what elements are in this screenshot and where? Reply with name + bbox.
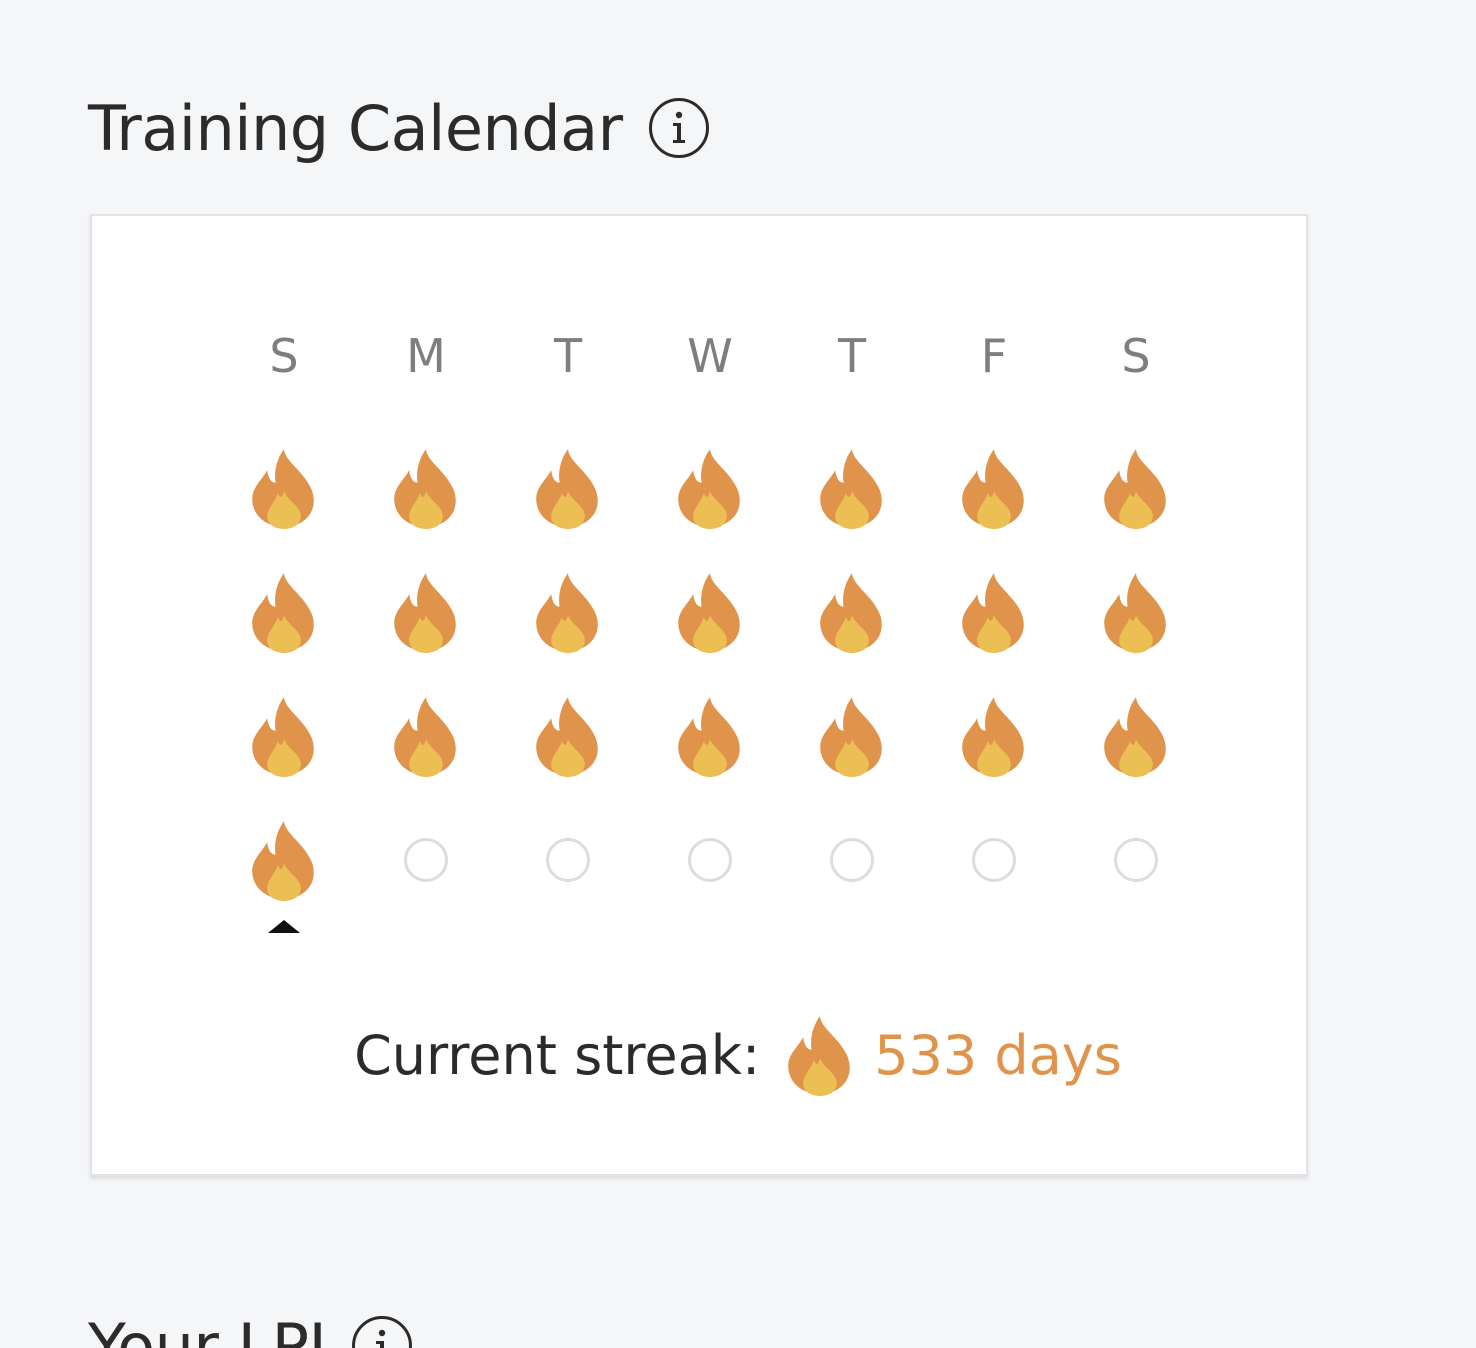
streak-value: 533 days <box>874 1023 1122 1087</box>
calendar-day <box>670 691 750 781</box>
calendar-day <box>1096 815 1176 905</box>
calendar-day <box>670 443 750 533</box>
flame-icon <box>250 571 318 653</box>
calendar-day <box>244 567 324 657</box>
info-circle-icon[interactable] <box>352 1316 413 1348</box>
flame-icon <box>1102 695 1170 777</box>
flame-icon <box>818 571 886 653</box>
day-header: S <box>269 329 299 383</box>
flame-icon <box>786 1014 854 1096</box>
flame-icon <box>534 447 602 529</box>
calendar-day <box>244 815 324 905</box>
calendar-day <box>244 443 324 533</box>
calendar-day <box>386 443 466 533</box>
calendar-day <box>812 815 892 905</box>
calendar-day <box>812 567 892 657</box>
calendar-day <box>812 691 892 781</box>
calendar-day <box>528 567 608 657</box>
flame-icon <box>1102 571 1170 653</box>
calendar-day <box>528 815 608 905</box>
current-streak: Current streak: 533 days <box>0 1005 1476 1105</box>
calendar-day <box>954 443 1034 533</box>
calendar-day <box>670 567 750 657</box>
calendar-day <box>812 443 892 533</box>
empty-day-circle <box>688 838 732 882</box>
calendar-day <box>244 691 324 781</box>
flame-icon <box>960 695 1028 777</box>
day-header: M <box>406 329 446 383</box>
flame-icon <box>818 447 886 529</box>
calendar-day <box>1096 567 1176 657</box>
flame-icon <box>960 571 1028 653</box>
flame-icon <box>250 819 318 901</box>
info-circle-icon[interactable] <box>648 98 709 158</box>
flame-icon <box>676 447 744 529</box>
day-header: S <box>1121 329 1151 383</box>
empty-day-circle <box>404 838 448 882</box>
day-header: T <box>837 329 867 383</box>
flame-icon <box>250 447 318 529</box>
calendar-day <box>386 567 466 657</box>
flame-icon <box>676 571 744 653</box>
page: Training Calendar S M T W T F S Current streak… <box>0 0 1476 1348</box>
flame-icon <box>392 447 460 529</box>
page-title: Training Calendar <box>88 91 623 165</box>
calendar-day <box>954 691 1034 781</box>
flame-icon <box>1102 447 1170 529</box>
flame-icon <box>960 447 1028 529</box>
calendar-day <box>954 567 1034 657</box>
calendar-day <box>1096 443 1176 533</box>
your-lpi-header: Your LPI <box>88 1306 413 1348</box>
calendar-day <box>386 815 466 905</box>
calendar-day <box>954 815 1034 905</box>
flame-icon <box>392 571 460 653</box>
flame-icon <box>392 695 460 777</box>
caret-up-icon <box>268 920 300 933</box>
flame-icon <box>534 571 602 653</box>
empty-day-circle <box>830 838 874 882</box>
day-header: W <box>687 329 733 383</box>
training-calendar-header: Training Calendar <box>88 88 709 168</box>
empty-day-circle <box>546 838 590 882</box>
flame-icon <box>676 695 744 777</box>
flame-icon <box>534 695 602 777</box>
calendar-day <box>386 691 466 781</box>
empty-day-circle <box>1114 838 1158 882</box>
calendar-day <box>1096 691 1176 781</box>
flame-icon <box>250 695 318 777</box>
calendar-day <box>528 691 608 781</box>
flame-icon <box>818 695 886 777</box>
day-header: F <box>980 329 1008 383</box>
day-header: T <box>553 329 583 383</box>
section-title: Your LPI <box>88 1309 327 1348</box>
calendar-day <box>528 443 608 533</box>
empty-day-circle <box>972 838 1016 882</box>
streak-label: Current streak: <box>354 1023 761 1087</box>
calendar-day <box>670 815 750 905</box>
